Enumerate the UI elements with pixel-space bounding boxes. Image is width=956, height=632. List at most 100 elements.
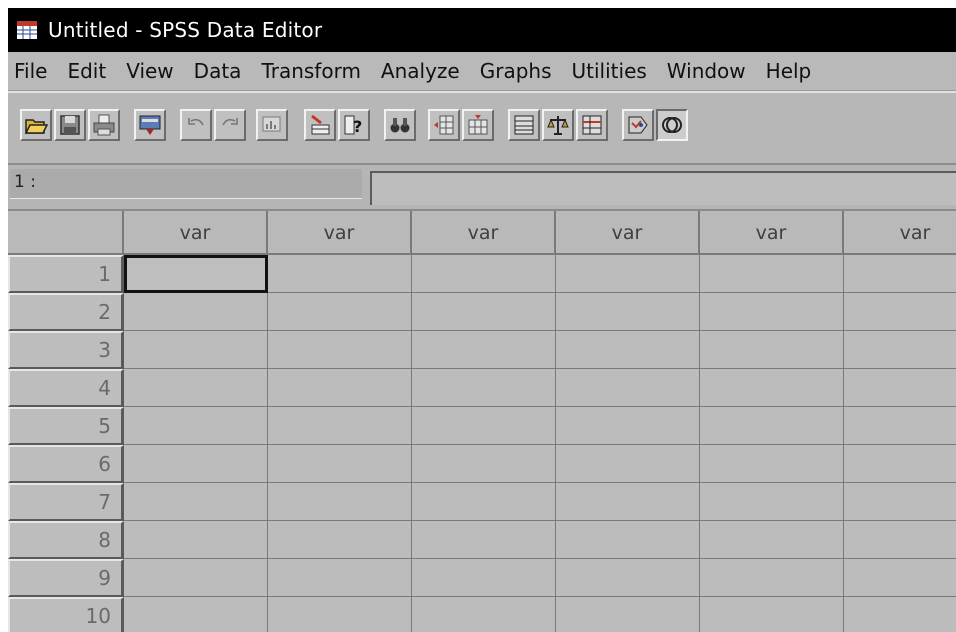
weight-cases-button[interactable] (542, 109, 574, 141)
data-cell[interactable] (556, 369, 700, 407)
data-cell[interactable] (844, 255, 956, 293)
data-cell[interactable] (412, 293, 556, 331)
row-header[interactable]: 7 (8, 483, 124, 521)
insert-case-button[interactable] (428, 109, 460, 141)
dialog-recall-button[interactable] (134, 109, 166, 141)
print-button[interactable] (88, 109, 120, 141)
data-cell[interactable] (268, 483, 412, 521)
data-cell[interactable] (700, 407, 844, 445)
data-cell[interactable] (412, 369, 556, 407)
column-header[interactable]: var (412, 211, 556, 255)
find-button[interactable] (384, 109, 416, 141)
open-file-button[interactable] (20, 109, 52, 141)
data-cell[interactable] (844, 293, 956, 331)
insert-variable-button[interactable] (462, 109, 494, 141)
data-cell[interactable] (700, 483, 844, 521)
menu-transform[interactable]: Transform (251, 52, 370, 90)
split-file-button[interactable] (508, 109, 540, 141)
data-cell[interactable] (556, 521, 700, 559)
data-cell[interactable] (268, 331, 412, 369)
spss-app-icon[interactable] (16, 19, 38, 41)
data-cell[interactable] (268, 445, 412, 483)
data-cell[interactable] (700, 369, 844, 407)
menu-file[interactable]: File (8, 52, 57, 90)
data-cell[interactable] (268, 597, 412, 632)
grid-corner[interactable] (8, 211, 124, 255)
data-cell[interactable] (556, 293, 700, 331)
data-cell[interactable] (412, 521, 556, 559)
data-cell[interactable] (844, 559, 956, 597)
data-cell[interactable] (124, 559, 268, 597)
data-cell[interactable] (844, 483, 956, 521)
data-cell[interactable] (412, 331, 556, 369)
data-cell[interactable] (844, 521, 956, 559)
menu-view[interactable]: View (116, 52, 183, 90)
data-cell[interactable] (124, 407, 268, 445)
data-cell[interactable] (412, 559, 556, 597)
redo-button[interactable] (214, 109, 246, 141)
row-header[interactable]: 9 (8, 559, 124, 597)
data-cell[interactable] (268, 255, 412, 293)
column-header[interactable]: var (268, 211, 412, 255)
data-cell[interactable] (844, 407, 956, 445)
save-file-button[interactable] (54, 109, 86, 141)
data-cell[interactable] (412, 255, 556, 293)
menu-graphs[interactable]: Graphs (470, 52, 562, 90)
data-cell[interactable] (844, 369, 956, 407)
data-cell[interactable] (556, 255, 700, 293)
data-cell[interactable] (412, 483, 556, 521)
data-cell[interactable] (412, 597, 556, 632)
data-cell[interactable] (844, 331, 956, 369)
row-header[interactable]: 1 (8, 255, 124, 293)
row-header[interactable]: 10 (8, 597, 124, 632)
menu-edit[interactable]: Edit (57, 52, 116, 90)
title-bar[interactable]: Untitled - SPSS Data Editor (8, 8, 956, 52)
data-cell[interactable] (124, 483, 268, 521)
data-cell[interactable] (124, 597, 268, 632)
menu-utilities[interactable]: Utilities (562, 52, 657, 90)
data-cell[interactable] (700, 293, 844, 331)
data-cell[interactable] (412, 407, 556, 445)
menu-data[interactable]: Data (184, 52, 252, 90)
data-cell[interactable] (700, 597, 844, 632)
data-cell[interactable] (556, 331, 700, 369)
data-cell[interactable] (124, 255, 268, 293)
data-cell[interactable] (124, 445, 268, 483)
data-cell[interactable] (268, 521, 412, 559)
row-header[interactable]: 2 (8, 293, 124, 331)
menu-analyze[interactable]: Analyze (371, 52, 470, 90)
data-cell[interactable] (124, 331, 268, 369)
variables-button[interactable]: ? (338, 109, 370, 141)
cell-value-input[interactable] (370, 171, 956, 205)
data-cell[interactable] (556, 597, 700, 632)
data-cell[interactable] (556, 445, 700, 483)
data-cell[interactable] (700, 521, 844, 559)
column-header[interactable]: var (700, 211, 844, 255)
row-header[interactable]: 6 (8, 445, 124, 483)
data-cell[interactable] (268, 559, 412, 597)
data-cell[interactable] (700, 331, 844, 369)
data-cell[interactable] (124, 369, 268, 407)
data-cell[interactable] (124, 521, 268, 559)
column-header[interactable]: var (124, 211, 268, 255)
data-cell[interactable] (268, 293, 412, 331)
use-sets-button[interactable] (656, 109, 688, 141)
data-cell[interactable] (700, 559, 844, 597)
undo-button[interactable] (180, 109, 212, 141)
row-header[interactable]: 3 (8, 331, 124, 369)
row-header[interactable]: 4 (8, 369, 124, 407)
data-cell[interactable] (124, 293, 268, 331)
menu-window[interactable]: Window (657, 52, 756, 90)
column-header[interactable]: var (844, 211, 956, 255)
data-cell[interactable] (700, 445, 844, 483)
row-header[interactable]: 5 (8, 407, 124, 445)
data-cell[interactable] (412, 445, 556, 483)
goto-case-button[interactable] (304, 109, 336, 141)
data-cell[interactable] (556, 559, 700, 597)
menu-help[interactable]: Help (756, 52, 822, 90)
data-cell[interactable] (556, 407, 700, 445)
data-cell[interactable] (268, 407, 412, 445)
value-labels-button[interactable] (622, 109, 654, 141)
data-cell[interactable] (844, 445, 956, 483)
column-header[interactable]: var (556, 211, 700, 255)
